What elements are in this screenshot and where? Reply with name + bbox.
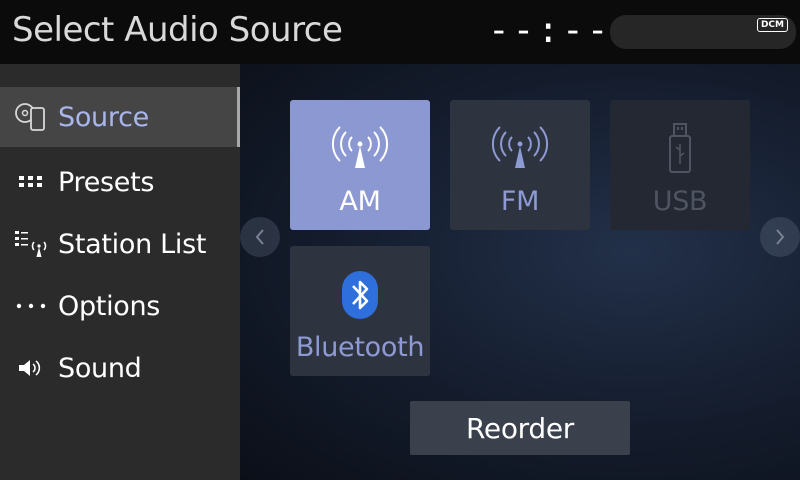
sidebar: Source Presets Station List Options Soun… (0, 64, 240, 480)
clock: --:-- (488, 10, 612, 51)
disc-phone-icon (14, 100, 48, 134)
usb-icon (610, 118, 750, 180)
bluetooth-icon (290, 264, 430, 326)
source-label: Bluetooth (295, 332, 425, 363)
antenna-icon (290, 118, 430, 180)
next-page-button[interactable] (760, 217, 800, 257)
sidebar-item-source[interactable]: Source (0, 87, 240, 147)
sidebar-item-label: Presets (58, 166, 155, 198)
source-tile-bluetooth[interactable]: Bluetooth (290, 246, 430, 376)
sidebar-item-station-list[interactable]: Station List (0, 214, 238, 274)
source-tile-am[interactable]: AM (290, 100, 430, 230)
sidebar-item-label: Source (58, 101, 149, 133)
sidebar-item-sound[interactable]: Sound (0, 338, 238, 398)
chevron-left-icon (255, 229, 264, 245)
presets-grid-icon (14, 165, 48, 199)
source-label: USB (652, 186, 708, 217)
source-panel: AM FM USB Bluetooth Reorder (240, 64, 800, 480)
source-tile-fm[interactable]: FM (450, 100, 590, 230)
source-label: AM (339, 186, 381, 217)
chevron-right-icon (776, 229, 785, 245)
antenna-icon (450, 118, 590, 180)
status-bar: DCM (610, 15, 796, 49)
more-dots-icon (14, 289, 48, 323)
previous-page-button[interactable] (240, 217, 280, 257)
source-label: FM (500, 186, 540, 217)
dcm-badge: DCM (756, 18, 788, 32)
source-tile-usb: USB (610, 100, 750, 230)
page-title: Select Audio Source (12, 10, 343, 50)
speaker-icon (14, 351, 48, 385)
sidebar-item-label: Options (58, 290, 161, 322)
sidebar-item-label: Sound (58, 352, 142, 384)
header-bar: Select Audio Source --:-- DCM (0, 0, 800, 64)
sidebar-item-options[interactable]: Options (0, 276, 238, 336)
sidebar-item-presets[interactable]: Presets (0, 152, 238, 212)
reorder-button[interactable]: Reorder (410, 401, 630, 455)
sidebar-item-label: Station List (58, 228, 207, 260)
station-list-icon (14, 227, 48, 261)
